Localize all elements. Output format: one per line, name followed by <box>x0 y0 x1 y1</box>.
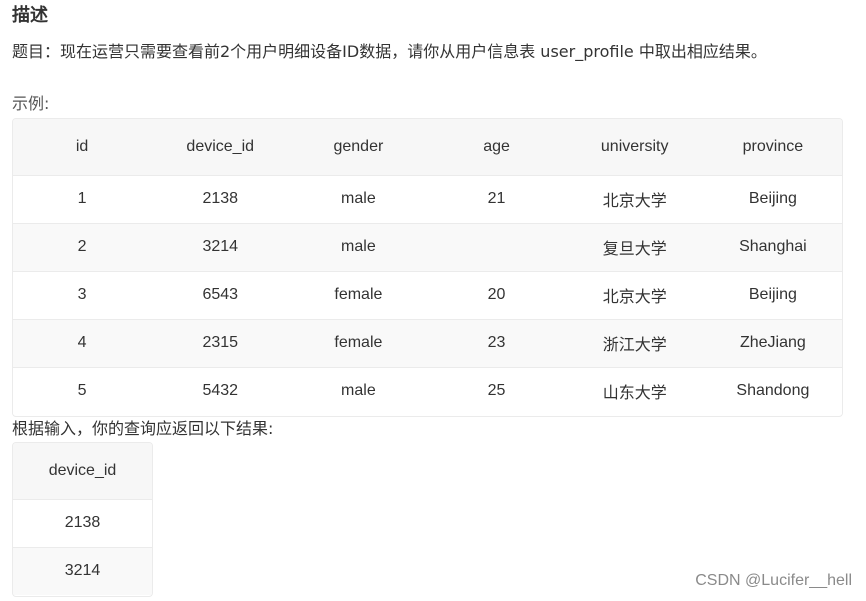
table-cell: 20 <box>487 286 506 303</box>
column-header-age: age <box>483 137 510 155</box>
table-cell: 北京大学 <box>602 193 667 210</box>
table-cell: male <box>341 382 376 400</box>
table-row: 1 2138 male 21 北京大学 Beijing <box>13 175 842 223</box>
table-row: 2138 <box>13 499 152 547</box>
table-row: 3 6543 female 20 北京大学 Beijing <box>13 271 842 319</box>
table-cell: 3214 <box>64 562 101 580</box>
table-cell: 5432 <box>202 382 239 400</box>
table-cell: female <box>334 334 383 351</box>
table-cell: 山东大学 <box>602 385 667 403</box>
example-table: id device_id gender age university provi… <box>13 119 842 415</box>
table-cell: 2138 <box>202 190 239 207</box>
table-cell: Beijing <box>748 190 797 207</box>
table-cell <box>427 223 565 271</box>
table-cell: 2315 <box>202 334 239 351</box>
result-table-container: device_id 2138 3214 <box>12 442 153 597</box>
example-label: 示例: <box>12 94 50 113</box>
watermark: CSDN @Lucifer__hell <box>695 572 852 589</box>
table-cell: 3214 <box>202 238 239 255</box>
table-cell: 21 <box>487 190 506 207</box>
table-cell: 4 <box>77 334 87 351</box>
table-cell: male <box>341 238 376 255</box>
column-header-university: university <box>600 137 669 155</box>
table-cell: ZheJiang <box>739 334 806 351</box>
column-header-device-id: device_id <box>48 461 117 479</box>
table-row: 3214 <box>13 547 152 595</box>
table-row: 5 5432 male 25 山东大学 Shandong <box>13 367 842 415</box>
table-cell: 2 <box>77 238 87 255</box>
table-cell: 2138 <box>64 514 101 531</box>
column-header-id: id <box>75 137 89 155</box>
table-cell: 北京大学 <box>602 289 667 306</box>
result-table: device_id 2138 3214 <box>13 443 152 595</box>
table-row: 4 2315 female 23 浙江大学 ZheJiang <box>13 319 842 367</box>
table-cell: 复旦大学 <box>602 241 667 258</box>
table-cell: 1 <box>77 190 87 207</box>
table-header-row: device_id <box>13 443 152 499</box>
table-header-row: id device_id gender age university provi… <box>13 119 842 175</box>
table-cell: 25 <box>487 382 506 400</box>
problem-page: 描述 题目：现在运营只需要查看前2个用户明细设备ID数据，请你从用户信息表 us… <box>0 0 866 601</box>
table-cell: 3 <box>77 286 87 303</box>
table-row: 2 3214 male 复旦大学 Shanghai <box>13 223 842 271</box>
column-header-device-id: device_id <box>186 137 255 155</box>
table-cell: female <box>334 286 383 303</box>
table-cell: 浙江大学 <box>602 337 667 354</box>
example-table-container: id device_id gender age university provi… <box>12 118 843 417</box>
table-cell: Shandong <box>736 382 810 400</box>
table-cell: male <box>341 190 376 207</box>
table-cell: Beijing <box>748 286 797 303</box>
table-cell: Shanghai <box>739 238 807 255</box>
section-heading: 描述 <box>12 5 48 26</box>
column-header-province: province <box>742 137 804 155</box>
question-text: 题目：现在运营只需要查看前2个用户明细设备ID数据，请你从用户信息表 user_… <box>12 42 767 61</box>
table-cell: 6543 <box>202 286 239 303</box>
result-label: 根据输入，你的查询应返回以下结果: <box>12 419 274 438</box>
table-cell: 5 <box>77 382 87 400</box>
column-header-gender: gender <box>333 137 384 155</box>
table-cell: 23 <box>487 334 506 351</box>
